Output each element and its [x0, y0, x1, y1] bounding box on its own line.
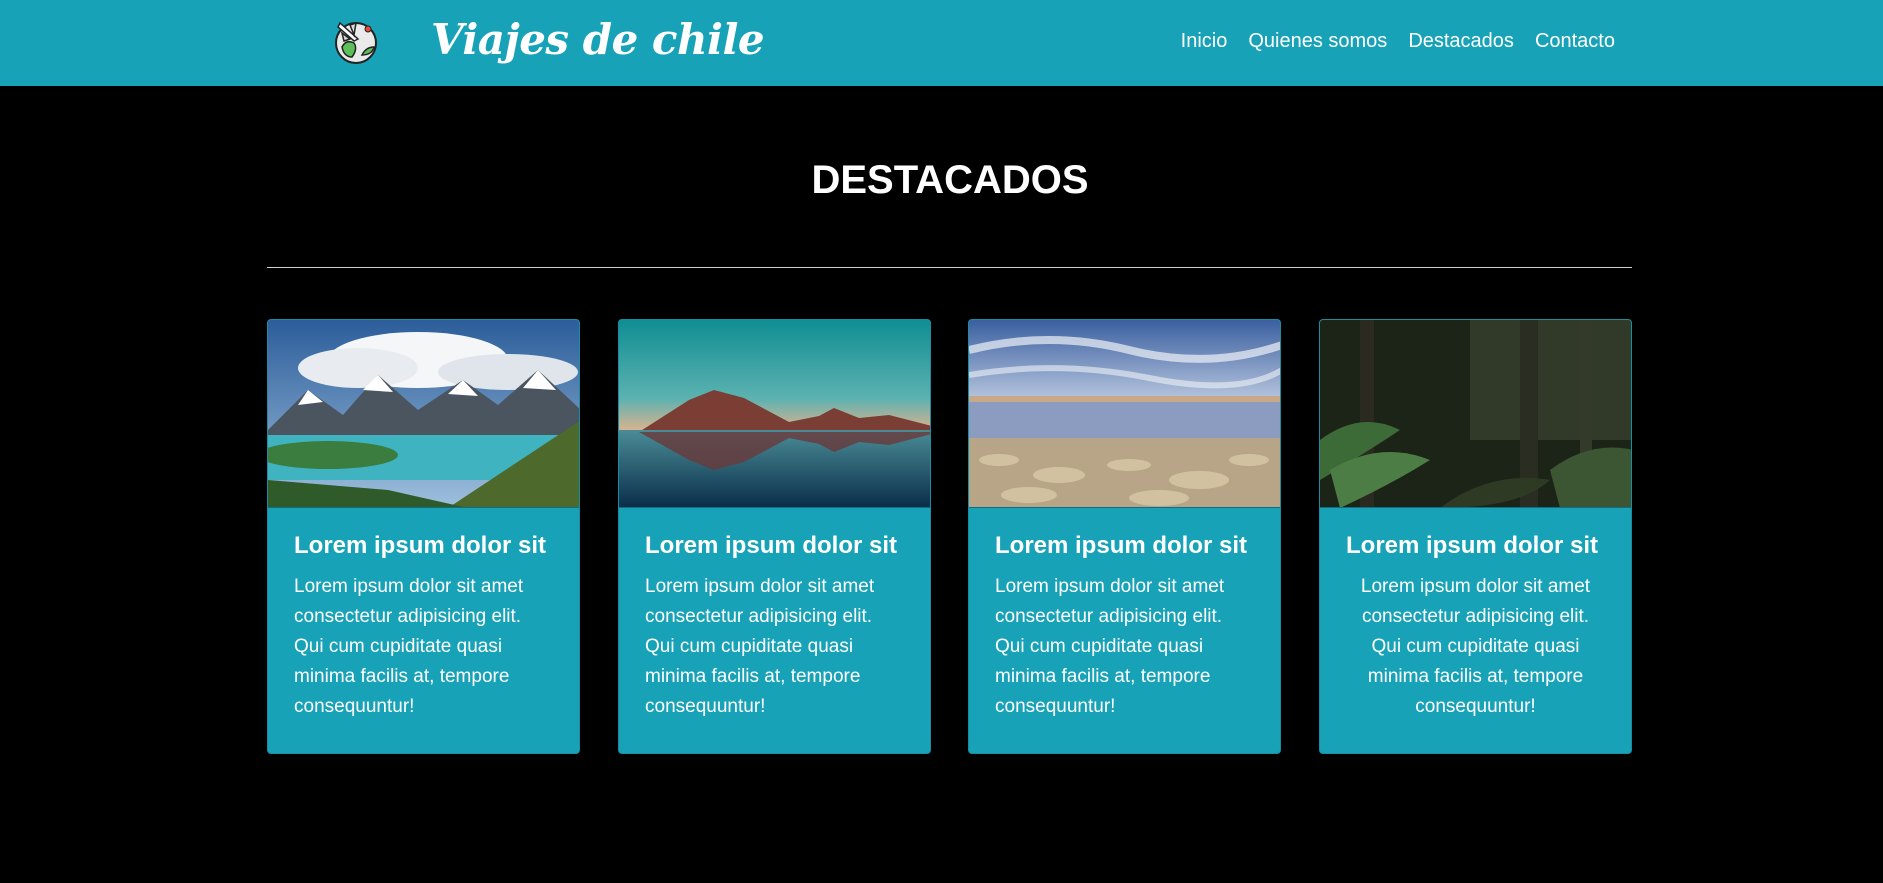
- card-title: Lorem ipsum dolor sit: [1346, 532, 1599, 559]
- card-text: Lorem ipsum dolor sit amet consectetur a…: [995, 576, 1225, 717]
- destination-card[interactable]: Lorem ipsum dolor sit Lorem ipsum dolor …: [968, 319, 1281, 754]
- section-title: DESTACADOS: [811, 158, 1089, 202]
- card-text: Lorem ipsum dolor sit amet consectetur a…: [294, 576, 524, 717]
- section-divider: [267, 267, 1632, 268]
- brand-title[interactable]: Viajes de chile: [431, 10, 765, 70]
- forest-fern-image: [1320, 320, 1631, 508]
- destination-card[interactable]: Lorem ipsum dolor sit Lorem ipsum dolor …: [267, 319, 580, 754]
- nav-quienes-somos[interactable]: Quienes somos: [1248, 30, 1387, 53]
- mountain-lake-image: [268, 320, 579, 508]
- navbar: Viajes de chile Inicio Quienes somos Des…: [0, 0, 1883, 86]
- nav-contacto[interactable]: Contacto: [1535, 30, 1615, 53]
- nav-destacados[interactable]: Destacados: [1408, 30, 1514, 53]
- salt-flat-lagoon-image: [969, 320, 1280, 508]
- destination-card[interactable]: Lorem ipsum dolor sit Lorem ipsum dolor …: [1319, 319, 1632, 754]
- card-text: Lorem ipsum dolor sit amet consectetur a…: [645, 576, 875, 717]
- main-nav: Inicio Quienes somos Destacados Contacto: [1160, 0, 1615, 82]
- destination-card[interactable]: Lorem ipsum dolor sit Lorem ipsum dolor …: [618, 319, 931, 754]
- nav-inicio[interactable]: Inicio: [1181, 30, 1228, 53]
- volcano-reflection-image: [619, 320, 930, 508]
- card-title: Lorem ipsum dolor sit: [995, 532, 1248, 559]
- card-title: Lorem ipsum dolor sit: [294, 532, 547, 559]
- globe-airplane-icon[interactable]: [332, 17, 380, 65]
- card-title: Lorem ipsum dolor sit: [645, 532, 898, 559]
- card-text: Lorem ipsum dolor sit amet consectetur a…: [1360, 576, 1591, 717]
